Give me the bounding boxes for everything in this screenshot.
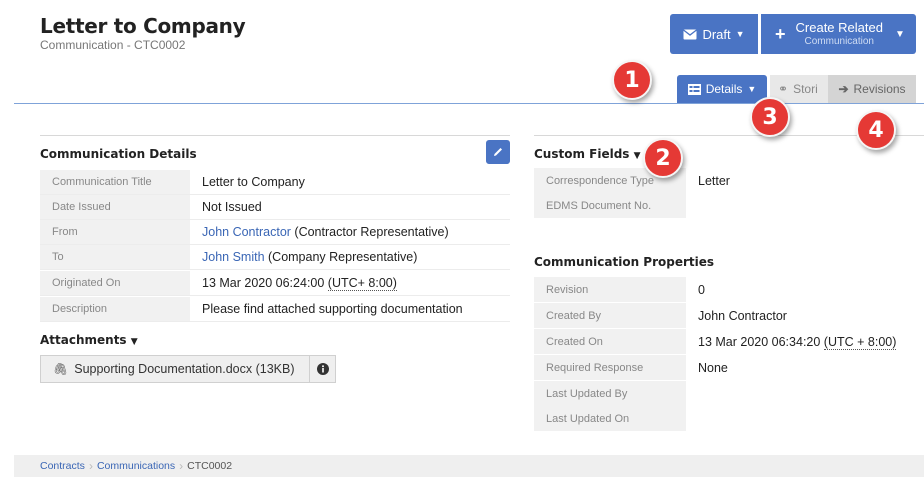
attachment-info-button[interactable] (310, 355, 336, 383)
attachment-file-label: Supporting Documentation.docx (13KB) (74, 362, 295, 376)
detail-label: Originated On (40, 271, 190, 295)
originated-on-value: 13 Mar 2020 06:24:00 (202, 276, 328, 290)
page-title: Letter to Company (40, 14, 246, 38)
detail-label: Communication Title (40, 170, 190, 194)
custom-field-label: EDMS Document No. (534, 193, 686, 218)
breadcrumb-communications[interactable]: Communications (97, 460, 175, 472)
created-on-value: 13 Mar 2020 06:34:20 (698, 334, 824, 349)
tab-stories-label: Stori (793, 82, 818, 96)
detail-row: Date Issued Not Issued (40, 195, 510, 220)
create-related-sublabel: Communication (804, 35, 874, 47)
draft-button[interactable]: Draft ▼ (670, 14, 758, 54)
page-subtitle: Communication - CTC0002 (40, 38, 186, 52)
create-related-button[interactable]: + Create Related Communication ▼ (761, 14, 916, 54)
draft-label: Draft (702, 26, 731, 42)
property-label: Required Response (534, 355, 686, 380)
property-label: Revision (534, 277, 686, 302)
custom-field-row: Correspondence Type Letter (534, 168, 730, 193)
detail-label: From (40, 220, 190, 244)
chevron-down-icon: ▼ (130, 337, 138, 347)
envelope-icon (683, 28, 698, 39)
detail-row: To John Smith (Company Representative) (40, 245, 510, 270)
property-row: Required Response None (534, 355, 728, 380)
callout-badge-3: 3 (750, 97, 790, 137)
property-value: 0 (698, 282, 705, 297)
detail-label: Date Issued (40, 195, 190, 219)
chevron-right-icon: › (88, 459, 93, 473)
created-by-link[interactable]: John Contractor (686, 309, 787, 323)
property-row: Created On 13 Mar 2020 06:34:20 (UTC + 8… (534, 329, 897, 354)
create-related-label: Create Related (795, 20, 883, 36)
callout-badge-4: 4 (856, 110, 896, 150)
custom-fields-title[interactable]: Custom Fields ▼ (534, 147, 641, 161)
from-role: (Contractor Representative) (290, 225, 449, 239)
paperclip-icon: 🖇 (53, 362, 69, 376)
chevron-right-icon: › (179, 459, 184, 473)
custom-field-row: EDMS Document No. (534, 193, 698, 218)
pencil-icon (494, 148, 502, 156)
detail-value: Please find attached supporting document… (202, 302, 463, 316)
detail-label: Description (40, 297, 190, 321)
detail-row: Communication Title Letter to Company (40, 170, 510, 195)
detail-row: Description Please find attached support… (40, 297, 510, 322)
detail-value: Letter to Company (202, 175, 305, 189)
property-label: Created On (534, 329, 686, 354)
breadcrumb: Contracts › Communications › CTC0002 (14, 455, 924, 477)
custom-field-value: Letter (698, 173, 730, 188)
property-row: Last Updated On (534, 406, 698, 431)
header-divider (14, 103, 924, 104)
attachment-file-button[interactable]: 🖇 Supporting Documentation.docx (13KB) (40, 355, 310, 383)
communication-details-title: Communication Details (40, 147, 197, 161)
to-role: (Company Representative) (264, 250, 418, 264)
list-icon (687, 83, 701, 95)
edit-button[interactable] (486, 140, 510, 164)
breadcrumb-contracts[interactable]: Contracts (40, 460, 85, 472)
chevron-down-icon: ▼ (735, 29, 745, 39)
detail-row: Originated On 13 Mar 2020 06:24:00 (UTC+… (40, 271, 510, 296)
chevron-down-icon: ▼ (747, 84, 757, 94)
link-icon: ⚭ (778, 82, 789, 96)
tab-details[interactable]: Details ▼ (677, 75, 767, 103)
property-label: Created By (534, 303, 686, 328)
property-row: Created By John Contractor (534, 303, 787, 328)
callout-badge-1: 1 (612, 60, 652, 100)
property-row: Revision 0 (534, 277, 705, 302)
section-divider (40, 135, 510, 136)
tab-revisions-label: Revisions (853, 82, 906, 96)
from-link[interactable]: John Contractor (202, 225, 291, 239)
detail-row: From John Contractor (Contractor Represe… (40, 220, 510, 245)
detail-label: To (40, 245, 190, 269)
property-label: Last Updated On (534, 406, 686, 431)
property-value: None (698, 360, 728, 375)
info-icon (316, 363, 329, 375)
tab-revisions[interactable]: ➔ Revisions (828, 75, 916, 103)
breadcrumb-current: CTC0002 (187, 460, 233, 472)
chevron-down-icon: ▼ (633, 151, 641, 161)
plus-icon: + (775, 23, 786, 44)
to-link[interactable]: John Smith (202, 250, 265, 264)
property-label: Last Updated By (534, 381, 686, 406)
callout-badge-2: 2 (643, 138, 683, 178)
property-row: Last Updated By (534, 381, 698, 406)
chevron-down-icon: ▼ (894, 28, 905, 40)
timezone-label: (UTC + 8:00) (823, 334, 897, 350)
tab-details-label: Details (705, 82, 743, 96)
timezone-label: (UTC+ 8:00) (327, 276, 397, 291)
communication-properties-title: Communication Properties (534, 255, 715, 269)
arrow-right-icon: ➔ (838, 82, 849, 96)
attachments-title[interactable]: Attachments ▼ (40, 333, 138, 347)
detail-value: Not Issued (202, 200, 262, 214)
